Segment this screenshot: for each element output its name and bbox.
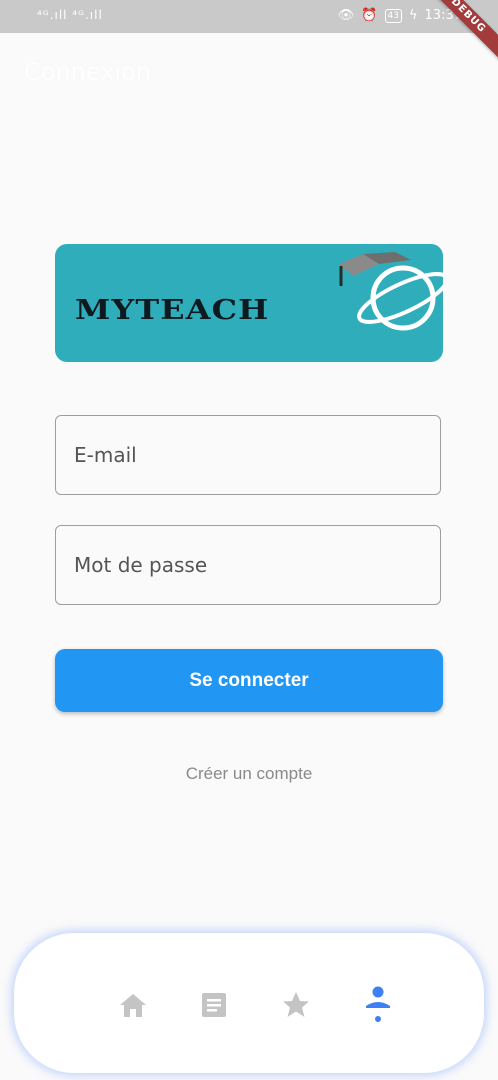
- logo-text: MYTEACH: [75, 295, 270, 326]
- graduation-globe-icon: [339, 252, 443, 331]
- nav-home[interactable]: [116, 988, 150, 1022]
- person-icon: [366, 986, 390, 1022]
- alarm-icon: ⏰: [361, 8, 378, 23]
- email-field[interactable]: [55, 415, 441, 495]
- star-icon: [283, 992, 309, 1017]
- charging-icon: ϟ: [408, 8, 418, 23]
- battery-indicator: 43: [384, 8, 402, 23]
- status-bar: ⁴ᴳ.ıll ⁴ᴳ.ıll 👁 ⏰ 43 ϟ 13:37: [0, 0, 498, 33]
- nav-courses[interactable]: [197, 988, 231, 1022]
- nav-profile[interactable]: [361, 986, 395, 1022]
- status-right: 👁 ⏰ 43 ϟ 13:37: [338, 8, 462, 23]
- app-logo: MYTEACH: [55, 244, 443, 362]
- create-account-link[interactable]: Créer un compte: [0, 764, 498, 784]
- password-field[interactable]: [55, 525, 441, 605]
- email-input[interactable]: [72, 442, 416, 468]
- login-button[interactable]: Se connecter: [55, 649, 443, 712]
- home-icon: [120, 994, 146, 1017]
- signal-indicators: ⁴ᴳ.ıll ⁴ᴳ.ıll: [37, 8, 103, 22]
- bottom-navigation: [14, 933, 484, 1073]
- eye-icon: 👁: [337, 8, 355, 23]
- page-title: Connexion: [24, 58, 151, 86]
- password-input[interactable]: [72, 552, 416, 578]
- nav-favorites[interactable]: [279, 988, 313, 1022]
- document-icon: [202, 993, 226, 1017]
